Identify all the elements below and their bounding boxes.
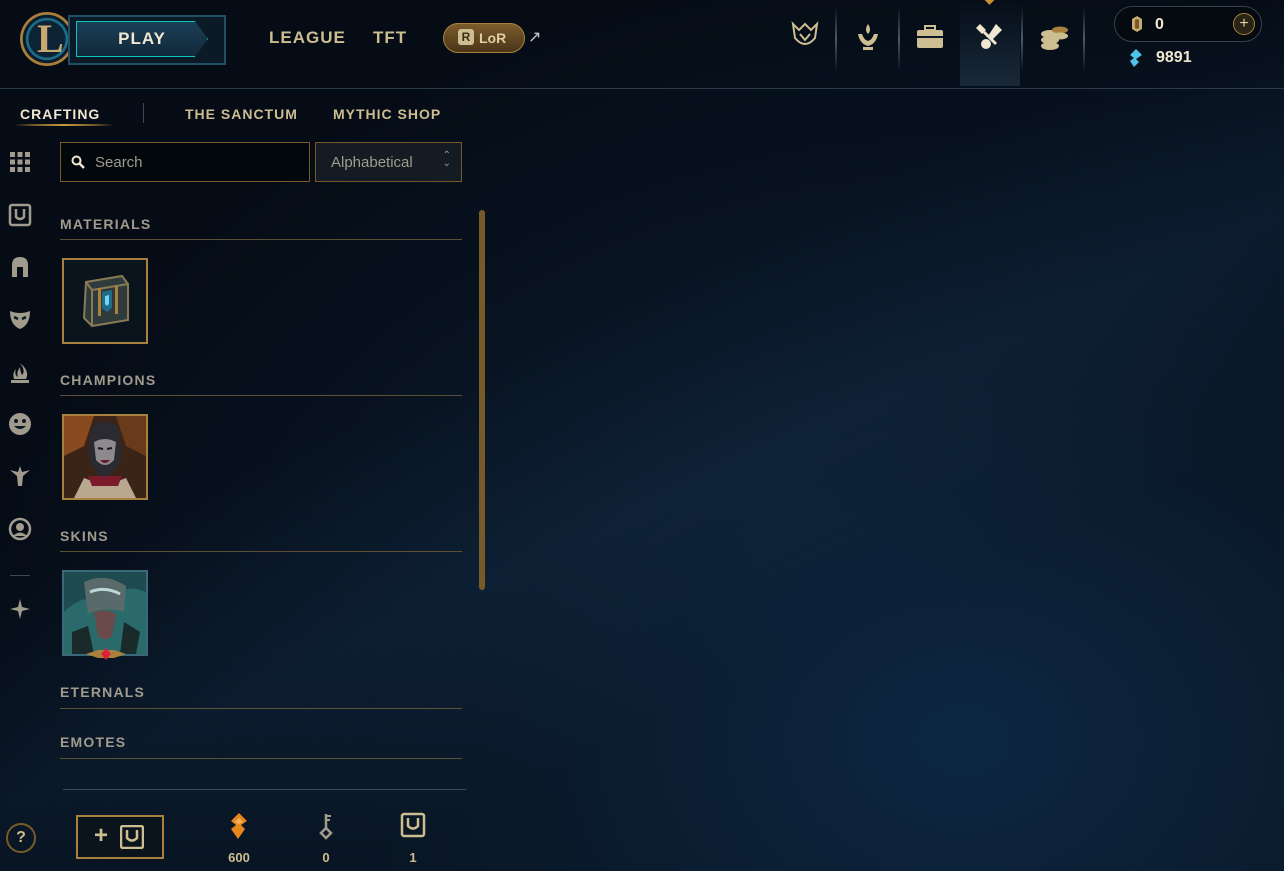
chest-icon	[120, 825, 144, 849]
nav-tft[interactable]: TFT	[373, 28, 407, 48]
eternal-statue-icon[interactable]	[8, 464, 34, 490]
chevron-updown-icon: ⌃ ⌄	[442, 150, 451, 169]
tab-crafting[interactable]: CRAFTING	[20, 106, 100, 122]
orange-essence-icon	[231, 813, 247, 839]
active-indicator	[983, 0, 996, 5]
section-divider	[60, 758, 462, 759]
skin-mask-icon[interactable]	[8, 307, 34, 333]
champion-portrait-icon	[64, 416, 146, 498]
loot-crafting-icon[interactable]	[960, 0, 1020, 86]
search-icon	[71, 155, 85, 169]
section-divider	[60, 239, 462, 240]
skin-shard-tile[interactable]	[62, 570, 148, 656]
all-grid-icon[interactable]	[8, 150, 34, 176]
league-logo-icon[interactable]: L	[20, 12, 74, 66]
icon-avatar-icon[interactable]	[8, 517, 34, 543]
hextech-chests-count: 1	[409, 850, 417, 865]
champion-shard-tile[interactable]	[62, 414, 148, 500]
orange-essence-count: 600	[228, 850, 250, 865]
worlds-trophy-icon[interactable]	[775, 0, 835, 86]
play-label: PLAY	[118, 29, 166, 48]
ward-flame-icon[interactable]	[8, 361, 34, 387]
collection-chest-icon[interactable]	[900, 0, 960, 86]
store-coins-icon[interactable]	[1024, 0, 1084, 86]
footer-divider	[63, 789, 466, 790]
play-button[interactable]: PLAY	[68, 15, 226, 65]
buy-riot-points-button[interactable]: +	[1233, 13, 1255, 35]
sidebar-divider	[10, 575, 30, 576]
tab-the-sanctum[interactable]: THE SANCTUM	[185, 106, 298, 122]
section-divider	[60, 551, 462, 552]
tab-mythic-shop[interactable]: MYTHIC SHOP	[333, 106, 441, 122]
chest-icon[interactable]	[8, 203, 34, 229]
skin-portrait-icon	[64, 572, 146, 654]
top-separator	[835, 6, 837, 72]
top-separator	[1083, 6, 1085, 72]
section-title-skins: SKINS	[60, 528, 109, 544]
hextech-chest-icon	[64, 260, 146, 342]
lor-button[interactable]: R LoR	[443, 23, 525, 53]
rarity-gem-icon	[86, 648, 126, 660]
riot-points-icon	[1132, 16, 1142, 32]
help-button[interactable]: ?	[6, 823, 36, 853]
champion-helmet-icon[interactable]	[8, 255, 34, 281]
play-button-inner: PLAY	[76, 21, 208, 57]
section-title-eternals: ETERNALS	[60, 684, 146, 700]
search-box	[60, 142, 310, 182]
blue-essence-value: 9891	[1156, 49, 1192, 66]
active-tab-underline	[14, 124, 114, 126]
section-title-emotes: EMOTES	[60, 734, 127, 750]
emote-face-icon[interactable]	[8, 412, 34, 438]
riot-points-value: 0	[1155, 16, 1164, 33]
ornn-spirit-icon[interactable]	[8, 597, 34, 623]
clash-trophy-icon[interactable]	[838, 0, 898, 86]
section-title-champions: CHAMPIONS	[60, 372, 157, 388]
scrollbar[interactable]	[479, 210, 485, 590]
hextech-keys-count: 0	[322, 850, 330, 865]
top-separator	[1021, 6, 1023, 72]
external-link-icon: ↗	[528, 29, 542, 46]
lor-logo-icon: R	[458, 29, 474, 45]
section-title-materials: MATERIALS	[60, 216, 152, 232]
hextech-chest-tile[interactable]	[62, 258, 148, 344]
section-divider	[60, 708, 462, 709]
add-chest-button[interactable]: +	[76, 815, 164, 859]
add-plus: +	[94, 822, 109, 849]
hextech-chest-count-icon	[400, 812, 426, 838]
nav-league[interactable]: LEAGUE	[269, 28, 346, 48]
section-divider	[60, 395, 462, 396]
hextech-key-icon	[319, 814, 333, 840]
sort-dropdown[interactable]: Alphabetical ⌃ ⌄	[315, 142, 462, 182]
riot-points-wallet[interactable]: 0 +	[1114, 6, 1262, 42]
search-input[interactable]	[95, 143, 295, 181]
top-navigation-bar: L PLAY LEAGUE TFT R LoR ↗ 0 + 9891	[0, 0, 1284, 89]
sort-selected-value: Alphabetical	[331, 154, 413, 171]
blue-essence-icon	[1130, 49, 1142, 67]
lor-label: LoR	[479, 30, 507, 46]
subnav-divider	[143, 103, 144, 123]
